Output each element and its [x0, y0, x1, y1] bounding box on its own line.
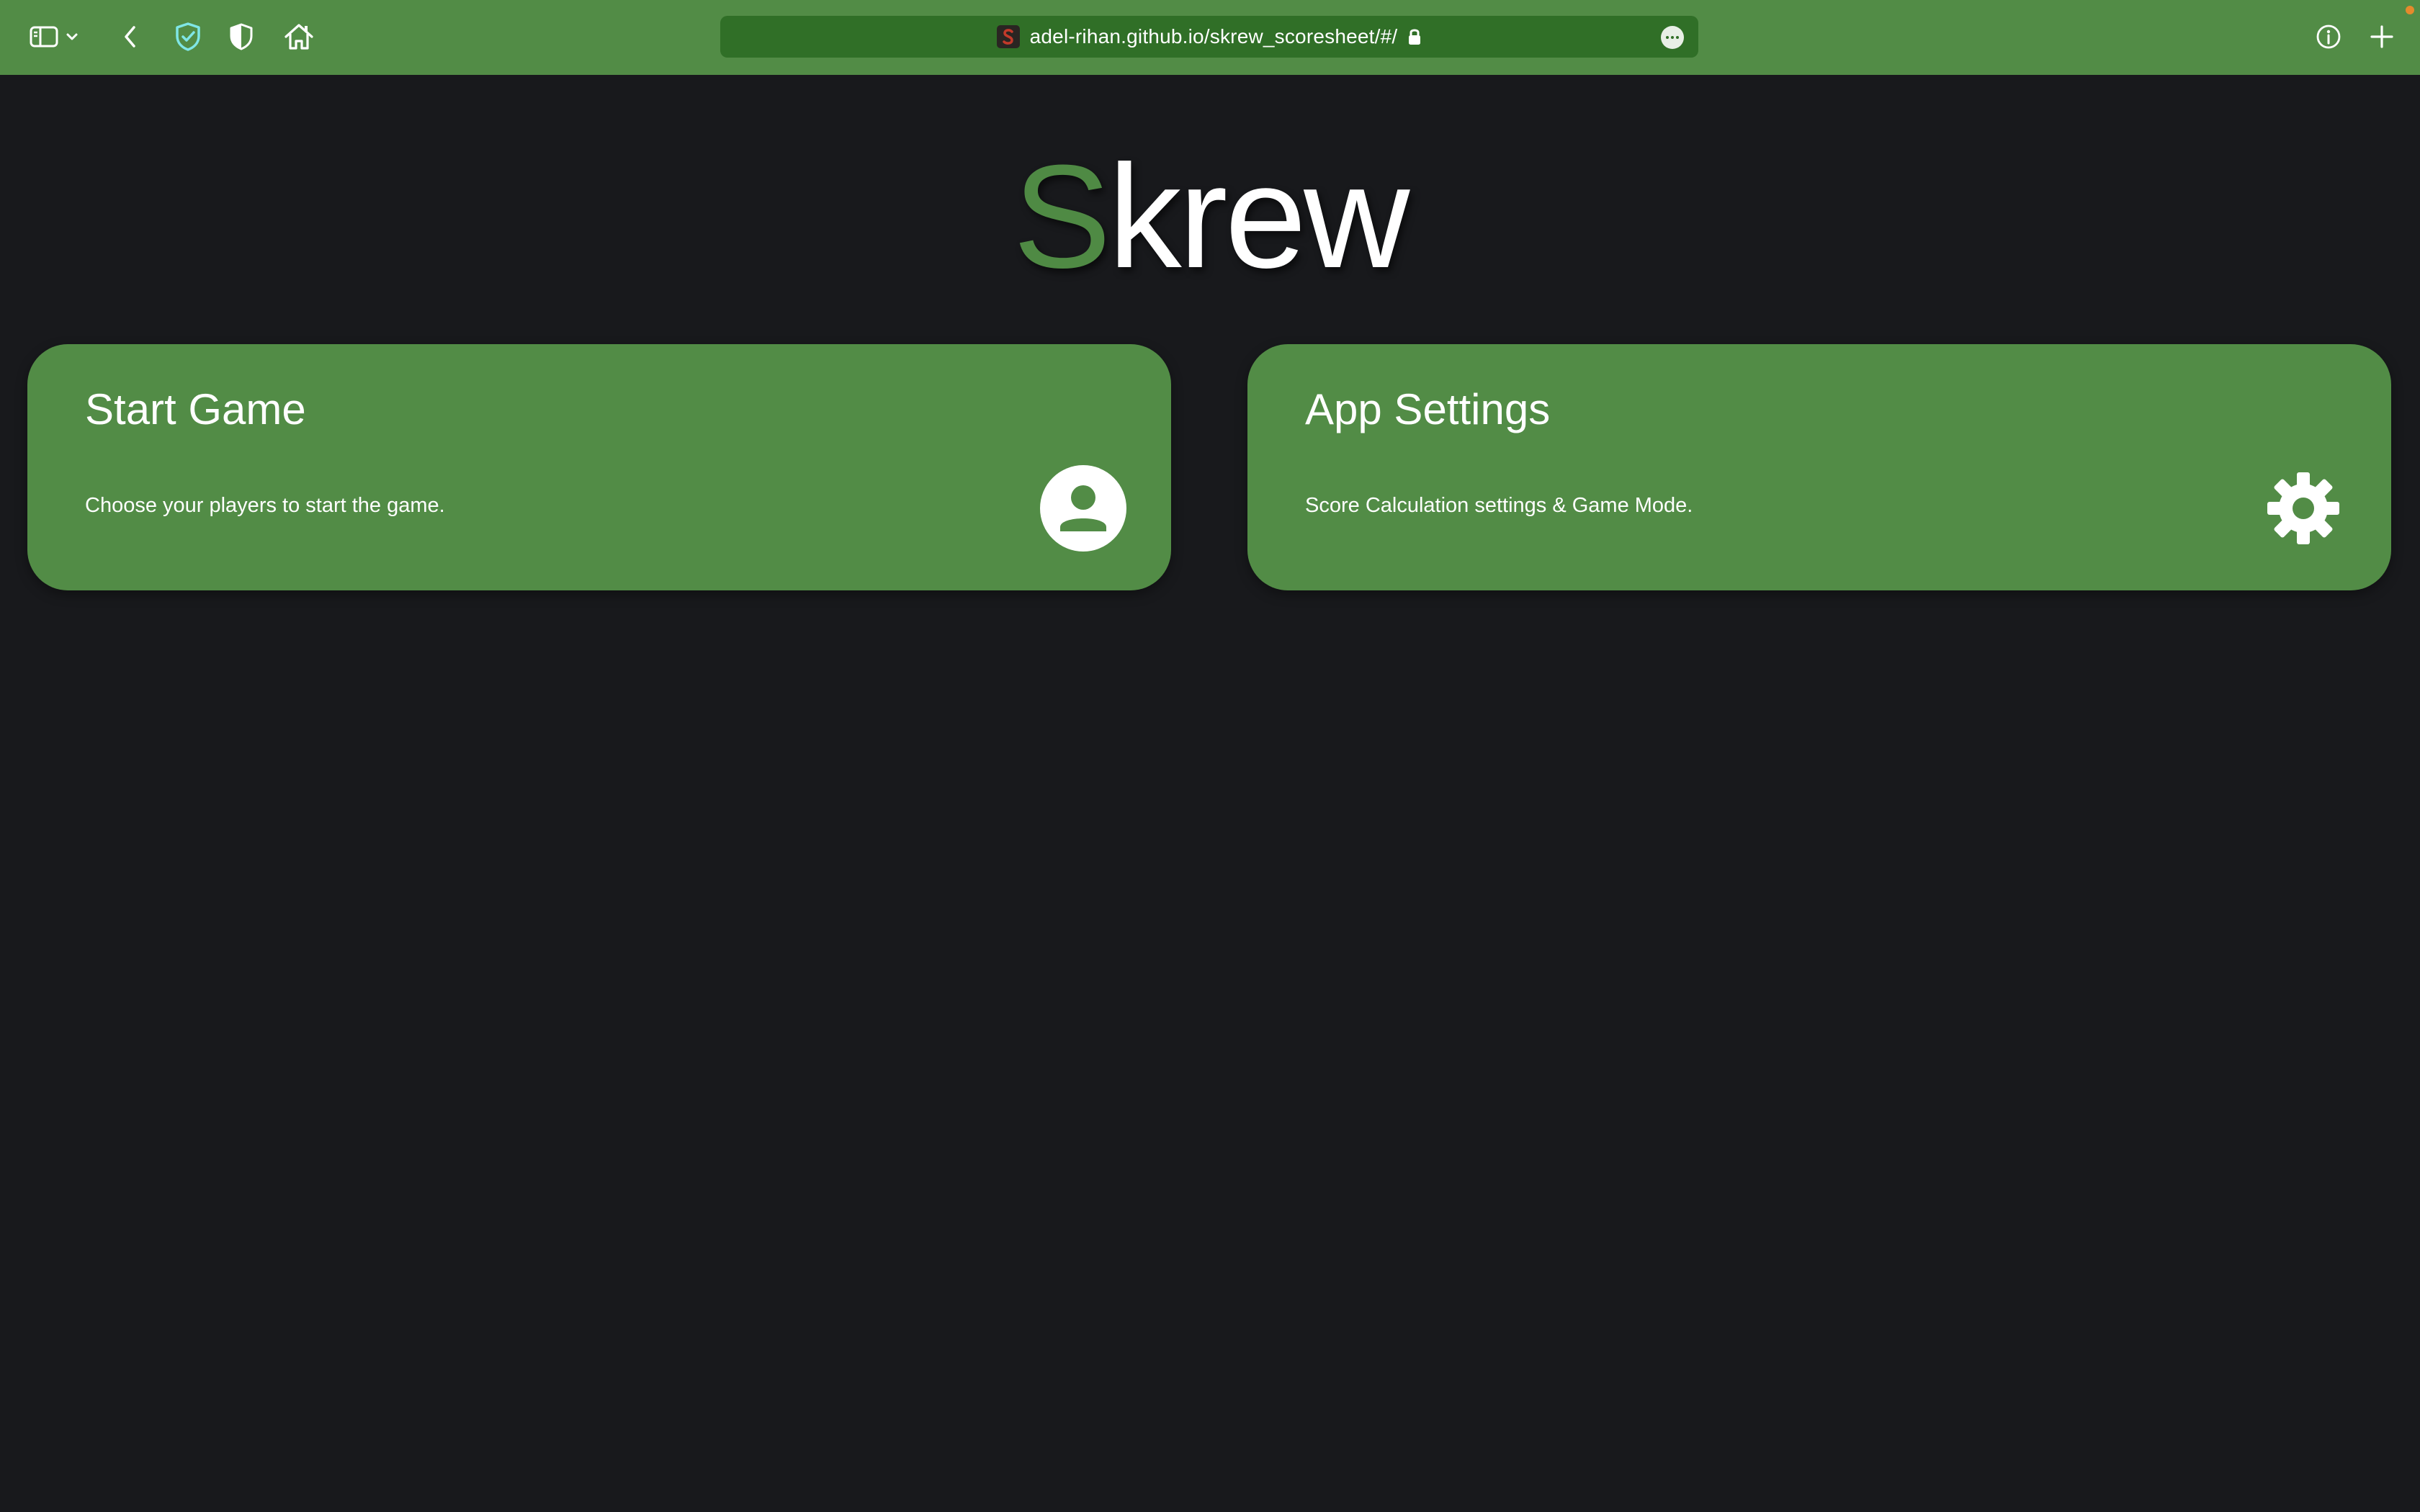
person-icon	[1039, 464, 1128, 553]
url-text[interactable]: adel-rihan.github.io/skrew_scoresheet/#/	[1030, 25, 1398, 48]
plus-icon[interactable]	[2361, 16, 2403, 58]
info-icon[interactable]	[2308, 16, 2349, 58]
card-title: App Settings	[1305, 385, 1551, 433]
address-bar[interactable]: adel-rihan.github.io/skrew_scoresheet/#/	[720, 16, 1698, 58]
title-accent-letter: S	[1013, 135, 1111, 299]
ellipsis-icon[interactable]	[1661, 26, 1684, 49]
lock-icon	[1407, 27, 1422, 46]
notification-dot	[2406, 6, 2414, 14]
shield-check-icon[interactable]	[167, 16, 209, 58]
card-description: Score Calculation settings & Game Mode.	[1305, 494, 1693, 517]
half-shield-icon[interactable]	[220, 16, 262, 58]
home-icon[interactable]	[278, 16, 320, 58]
gear-icon	[2259, 464, 2348, 553]
browser-toolbar: adel-rihan.github.io/skrew_scoresheet/#/	[0, 0, 2420, 75]
card-title: Start Game	[85, 385, 306, 433]
start-game-card[interactable]: Start Game Choose your players to start …	[27, 344, 1171, 590]
page-title: Skrew	[0, 127, 2420, 307]
title-rest: krew	[1108, 135, 1410, 299]
site-favicon-icon	[996, 25, 1020, 48]
chevron-down-icon[interactable]	[60, 16, 84, 58]
sidebar-icon[interactable]	[23, 16, 65, 58]
chevron-left-icon[interactable]	[109, 16, 151, 58]
card-description: Choose your players to start the game.	[85, 494, 445, 517]
app-settings-card[interactable]: App Settings Score Calculation settings …	[1247, 344, 2391, 590]
